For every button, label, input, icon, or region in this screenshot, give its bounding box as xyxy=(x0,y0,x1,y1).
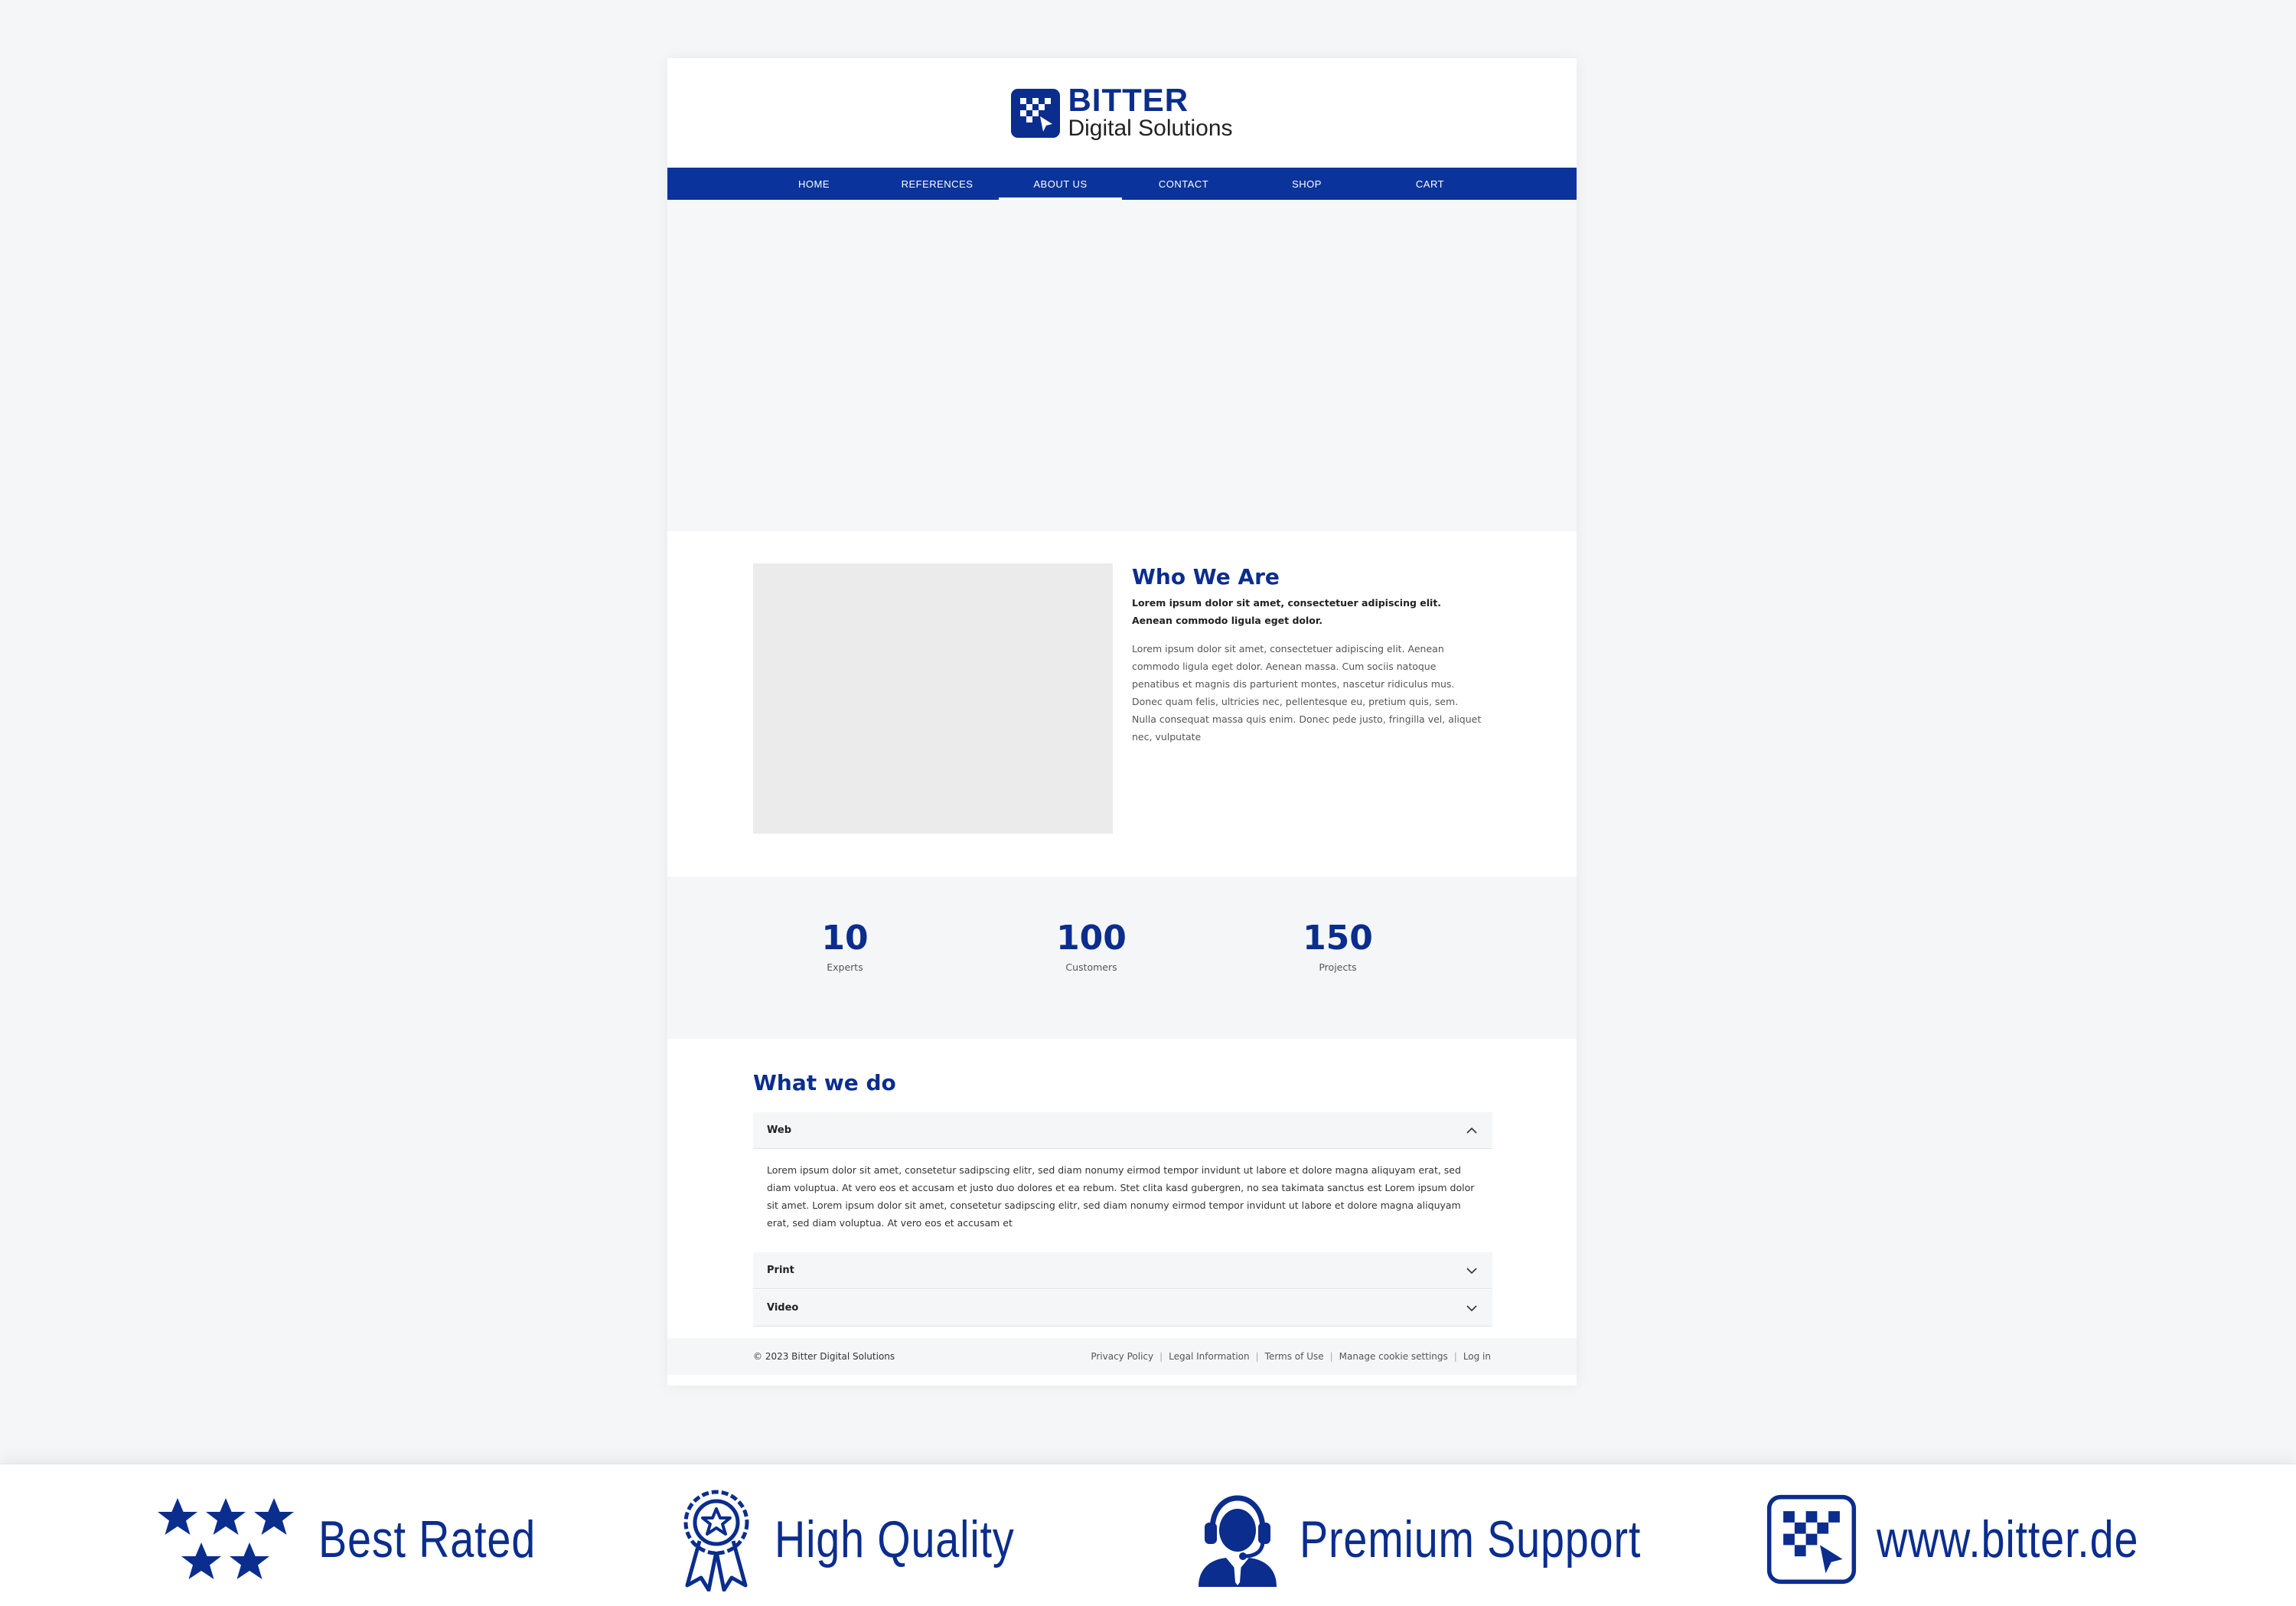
footer-link-log-in[interactable]: Log in xyxy=(1463,1351,1491,1362)
footer-separator: | xyxy=(1255,1351,1259,1362)
award-ribbon-icon xyxy=(683,1490,749,1591)
stat-value: 100 xyxy=(1056,919,1127,958)
badge-best-rated: Best Rated xyxy=(153,1493,583,1585)
feature-banner: Best Rated High Quality Premium Support xyxy=(0,1464,2296,1606)
logo-brand: BITTER xyxy=(1068,81,1189,118)
stars-icon xyxy=(158,1498,294,1579)
badge-label: Premium Support xyxy=(1300,1510,1642,1568)
accordion-header-web[interactable]: Web xyxy=(753,1112,1492,1149)
nav-item-home[interactable]: HOME xyxy=(752,168,876,200)
nav-item-shop[interactable]: SHOP xyxy=(1245,168,1368,200)
badge-label: High Quality xyxy=(775,1510,1015,1568)
accordion-header-print[interactable]: Print xyxy=(753,1252,1492,1289)
accordion-body-web: Lorem ipsum dolor sit amet, consetetur s… xyxy=(767,1164,1475,1229)
stat-value: 150 xyxy=(1303,919,1373,958)
who-we-are-title: Who We Are xyxy=(1132,564,1280,589)
footer-link-terms-of-use[interactable]: Terms of Use xyxy=(1265,1351,1324,1362)
accordion-header-video[interactable]: Video xyxy=(753,1290,1492,1327)
who-we-are-text: Who We Are Lorem ipsum dolor sit amet, c… xyxy=(1132,563,1484,746)
footer-link-privacy-policy[interactable]: Privacy Policy xyxy=(1091,1351,1153,1362)
who-we-are-section: Who We Are Lorem ipsum dolor sit amet, c… xyxy=(667,531,1577,876)
nav-item-references[interactable]: REFERENCES xyxy=(876,168,999,200)
hero-banner xyxy=(667,200,1577,531)
chevron-up-icon xyxy=(1466,1127,1477,1134)
accordion-label: Print xyxy=(767,1265,794,1276)
logo-subtitle: Digital Solutions xyxy=(1068,115,1233,141)
badge-high-quality: High Quality xyxy=(678,1490,1067,1591)
stats-section: 10 Experts 100 Customers 150 Projects xyxy=(667,876,1577,1039)
logo-text: BITTER Digital Solutions xyxy=(1068,81,1233,142)
stat-label: Projects xyxy=(1319,961,1357,973)
stat-label: Customers xyxy=(1065,961,1117,973)
accordion-item-web: Web Lorem ipsum dolor sit amet, consetet… xyxy=(753,1112,1492,1244)
site-header: BITTER Digital Solutions xyxy=(667,58,1577,168)
footer-separator: | xyxy=(1453,1351,1457,1362)
bitter-logo-icon xyxy=(1011,88,1061,138)
badge-label: Best Rated xyxy=(318,1510,536,1568)
website-page: BITTER Digital Solutions HOME REFERENCES… xyxy=(667,58,1577,1386)
nav-item-contact[interactable]: CONTACT xyxy=(1122,168,1245,200)
footer-separator: | xyxy=(1329,1351,1333,1362)
footer-link-legal-information[interactable]: Legal Information xyxy=(1169,1351,1249,1362)
accordion-label: Video xyxy=(767,1302,799,1314)
stat-projects: 150 Projects xyxy=(1261,919,1414,973)
main-nav: HOME REFERENCES ABOUT US CONTACT SHOP CA… xyxy=(667,168,1577,200)
footer-separator: | xyxy=(1159,1351,1163,1362)
badge-website[interactable]: www.bitter.de xyxy=(1766,1493,2196,1585)
bitter-logo-icon xyxy=(1766,1494,1857,1585)
accordion-item-print: Print xyxy=(753,1252,1492,1289)
stat-label: Experts xyxy=(827,961,863,973)
chevron-down-icon xyxy=(1466,1267,1477,1274)
what-we-do-section: What we do Web Lorem ipsum dolor sit ame… xyxy=(667,1039,1577,1341)
badge-premium-support: Premium Support xyxy=(1195,1493,1716,1587)
badge-label: www.bitter.de xyxy=(1877,1510,2139,1568)
who-we-are-body: Lorem ipsum dolor sit amet, consectetuer… xyxy=(1132,643,1482,743)
stat-value: 10 xyxy=(821,919,869,958)
footer-link-cookie-settings[interactable]: Manage cookie settings xyxy=(1339,1351,1448,1362)
support-agent-icon xyxy=(1199,1495,1277,1587)
accordion-label: Web xyxy=(767,1125,791,1136)
stat-customers: 100 Customers xyxy=(1015,919,1168,973)
footer-copyright: © 2023 Bitter Digital Solutions xyxy=(753,1351,895,1362)
accordion-item-video: Video xyxy=(753,1290,1492,1327)
nav-item-cart[interactable]: CART xyxy=(1368,168,1492,200)
stat-experts: 10 Experts xyxy=(768,919,921,973)
nav-item-about-us[interactable]: ABOUT US xyxy=(999,168,1122,200)
who-we-are-image xyxy=(753,563,1113,834)
site-logo[interactable]: BITTER Digital Solutions xyxy=(1011,81,1233,142)
site-footer: © 2023 Bitter Digital Solutions Privacy … xyxy=(667,1338,1577,1375)
who-we-are-lead: Lorem ipsum dolor sit amet, consectetuer… xyxy=(1132,597,1442,626)
footer-links: Privacy Policy | Legal Information | Ter… xyxy=(1091,1351,1491,1362)
chevron-down-icon xyxy=(1466,1304,1477,1311)
what-we-do-title: What we do xyxy=(753,1070,896,1095)
